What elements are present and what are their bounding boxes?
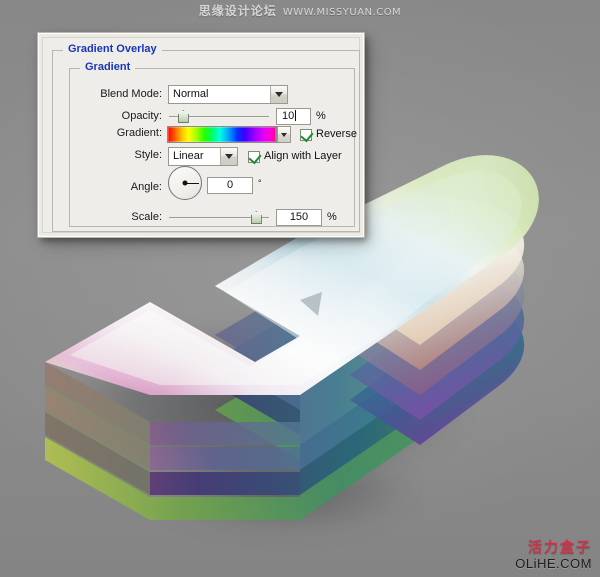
checkbox-box [248, 150, 262, 164]
angle-dial-hub [182, 180, 188, 186]
style-label: Style: [134, 149, 162, 161]
check-icon [248, 150, 262, 164]
opacity-input[interactable]: 10 [276, 108, 311, 125]
scale-input[interactable]: 150 [276, 209, 322, 226]
checkbox-box [300, 128, 314, 142]
angle-unit: ° [258, 178, 262, 188]
gradient-preview-bar[interactable] [167, 126, 277, 143]
align-with-layer-checkbox[interactable]: Align with Layer [248, 150, 342, 164]
angle-value: 0 [226, 179, 234, 191]
blend-mode-value: Normal [173, 88, 209, 100]
opacity-value: 10 [282, 110, 295, 122]
group-title-gradient-overlay: Gradient Overlay [63, 43, 162, 55]
scale-slider[interactable] [169, 210, 269, 226]
opacity-slider-thumb[interactable] [177, 110, 189, 123]
scale-label: Scale: [131, 211, 162, 223]
chevron-down-icon [225, 154, 233, 159]
blend-mode-select[interactable]: Normal [168, 85, 288, 104]
reverse-checkbox[interactable]: Reverse [300, 128, 357, 142]
text-caret [295, 110, 297, 121]
scale-slider-thumb[interactable] [250, 211, 262, 224]
check-icon [300, 128, 314, 142]
opacity-slider[interactable] [169, 109, 269, 125]
chevron-down-icon [281, 132, 287, 137]
scale-value: 150 [289, 211, 309, 223]
style-select[interactable]: Linear [168, 147, 238, 166]
opacity-unit: % [316, 110, 326, 122]
style-dropdown-button[interactable] [220, 148, 237, 165]
dialog-inner-bevel: Gradient Overlay Gradient Blend Mode: No… [42, 37, 360, 233]
group-gradient: Gradient Blend Mode: Normal Opacity: 10 … [69, 61, 357, 227]
style-value: Linear [173, 150, 204, 162]
angle-label: Angle: [130, 181, 162, 193]
blend-mode-label: Blend Mode: [100, 88, 162, 100]
angle-input[interactable]: 0 [207, 177, 253, 194]
blend-mode-dropdown-button[interactable] [270, 86, 287, 103]
angle-dial[interactable] [168, 166, 202, 200]
group-gradient-overlay: Gradient Overlay Gradient Blend Mode: No… [52, 43, 360, 232]
group-title-gradient: Gradient [80, 61, 136, 73]
reverse-label: Reverse [316, 128, 357, 140]
align-with-layer-label: Align with Layer [264, 150, 342, 162]
gradient-label: Gradient: [116, 127, 162, 139]
scale-unit: % [327, 211, 337, 223]
gradient-preset-dropdown-button[interactable] [277, 126, 291, 143]
gradient-overlay-dialog[interactable]: Gradient Overlay Gradient Blend Mode: No… [38, 33, 364, 237]
chevron-down-icon [275, 92, 283, 97]
